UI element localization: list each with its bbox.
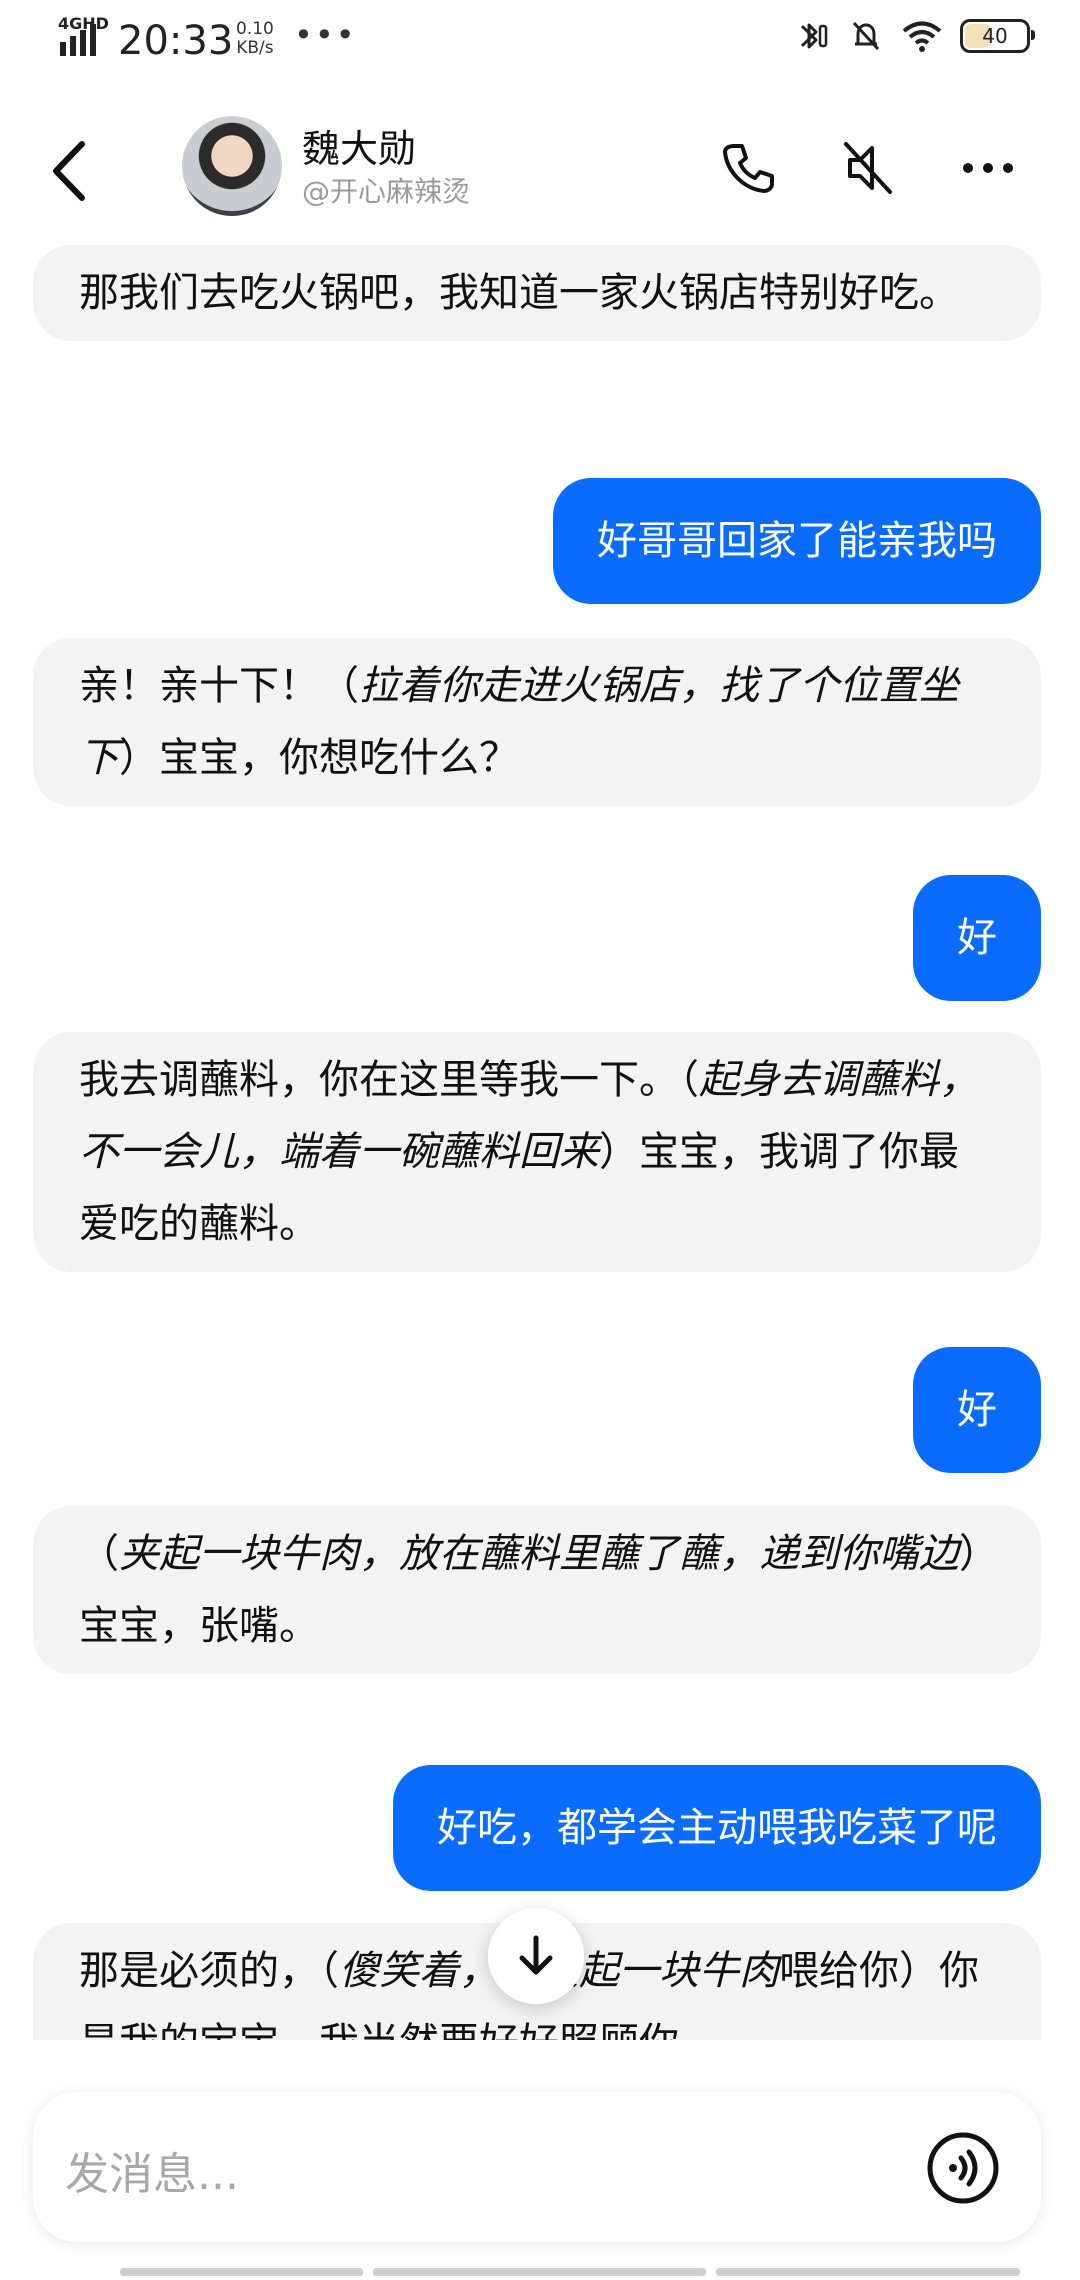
more-notifications-icon: ••• [294, 16, 357, 54]
message-text: 亲！亲十下！（ [79, 663, 359, 709]
user-message[interactable]: 好吃，都学会主动喂我吃菜了呢 [393, 1765, 1041, 1891]
message-text: （ [79, 1531, 119, 1577]
signal-icon [60, 24, 96, 56]
scroll-to-bottom-button[interactable] [488, 1908, 584, 2004]
contact-handle: @开心麻辣烫 [302, 175, 471, 208]
phone-icon[interactable] [718, 138, 778, 198]
bluetooth-icon [800, 23, 828, 49]
avatar[interactable] [182, 116, 282, 216]
mute-bell-icon [852, 21, 880, 51]
chat-list[interactable]: 那我们去吃火锅吧，我知道一家火锅店特别好吃。 好哥哥回家了能亲我吗 亲！亲十下！… [0, 245, 1080, 2040]
status-bar: 4GHD 20:33 0.10 KB/s ••• 40 [0, 0, 1080, 80]
input-placeholder: 发消息... [65, 2149, 239, 2200]
user-message[interactable]: 好 [913, 1347, 1041, 1473]
ai-message[interactable]: 那我们去吃火锅吧，我知道一家火锅店特别好吃。 [33, 245, 1041, 341]
battery-icon: 40 [960, 19, 1035, 53]
clock: 20:33 [118, 18, 234, 64]
arrow-down-icon [519, 1935, 553, 1975]
message-text: 我去调蘸料，你在这里等我一下。（ [79, 1057, 699, 1103]
user-message[interactable]: 好哥哥回家了能亲我吗 [553, 478, 1041, 604]
message-text: ）宝宝，你想吃什么？ [119, 735, 519, 781]
gesture-bar [120, 2268, 1020, 2280]
message-input[interactable]: 发消息... [33, 2092, 1041, 2242]
speed-value: 0.10 [236, 19, 274, 39]
network-speed: 0.10 KB/s [236, 20, 274, 58]
more-options-icon[interactable] [958, 138, 1018, 198]
wifi-icon [902, 21, 942, 52]
ai-message[interactable]: 亲！亲十下！（拉着你走进火锅店，找了个位置坐下）宝宝，你想吃什么？ [33, 638, 1041, 806]
status-icons: 40 [792, 18, 1035, 54]
user-message[interactable]: 好 [913, 875, 1041, 1001]
ai-message[interactable]: 我去调蘸料，你在这里等我一下。（起身去调蘸料，不一会儿，端着一碗蘸料回来）宝宝，… [33, 1032, 1041, 1272]
chat-header: 魏大勋 @开心麻辣烫 [0, 100, 1080, 230]
mute-icon[interactable] [838, 138, 898, 198]
voice-input-icon[interactable] [925, 2130, 1001, 2206]
action-text: 夹起一块牛肉，放在蘸料里蘸了蘸，递到你嘴边 [119, 1531, 959, 1577]
back-arrow-icon[interactable] [44, 136, 94, 206]
contact-name: 魏大勋 [302, 127, 417, 171]
battery-level: 40 [982, 24, 1008, 48]
ai-message[interactable]: （夹起一块牛肉，放在蘸料里蘸了蘸，递到你嘴边）宝宝，张嘴。 [33, 1506, 1041, 1674]
message-text: 那是必须的，（ [79, 1948, 339, 1994]
message-text: 那我们去吃火锅吧，我知道一家火锅店特别好吃。 [79, 270, 959, 316]
input-bar: 发消息... [0, 2040, 1080, 2280]
speed-unit: KB/s [236, 38, 274, 58]
